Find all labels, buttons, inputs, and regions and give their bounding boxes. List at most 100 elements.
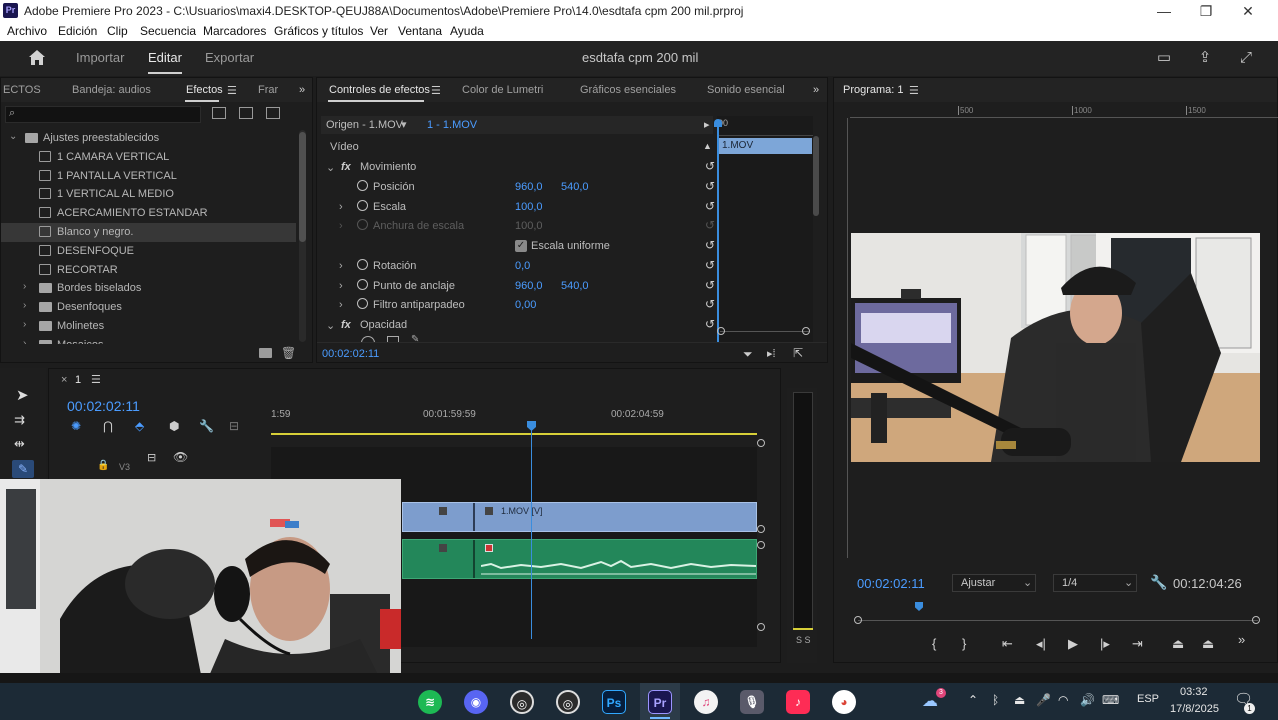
razor-tool-icon[interactable]: ✎ [12,460,34,478]
stopwatch-icon[interactable] [357,298,368,310]
program-monitor-title[interactable]: Programa: 1 [843,84,904,96]
lift-icon[interactable]: ⏏ [1172,636,1184,652]
close-icon[interactable]: ✕ [1234,2,1262,20]
video-clip-v1[interactable]: 1.MOV [V] [402,502,757,532]
menu-graficos[interactable]: Gráficos y títulos [274,24,363,38]
chevron-down-icon[interactable]: ⌄ [9,131,17,142]
chevron-down-icon[interactable]: ▾ [401,118,407,131]
mark-out-icon[interactable]: } [962,636,966,651]
property-value[interactable]: 100,0 [515,220,543,232]
go-to-in-icon[interactable]: ⇤ [1002,636,1013,652]
more-controls-icon[interactable]: » [1238,632,1245,647]
property-value[interactable]: 0,0 [515,260,530,272]
tab-sonido-esencial[interactable]: Sonido esencial [707,84,785,96]
chevron-right-icon[interactable]: › [339,280,343,292]
effects-tree-item[interactable]: 1 PANTALLA VERTICAL [1,167,296,186]
chevron-right-icon[interactable]: › [339,260,343,272]
source-label[interactable]: Origen - 1.MOV [326,119,403,131]
ec-timecode[interactable]: 00:02:02:11 [322,348,379,360]
menu-clip[interactable]: Clip [107,24,128,38]
fullscreen-icon[interactable]: ⤢ [1236,49,1256,67]
menu-ventana[interactable]: Ventana [398,24,442,38]
linked-selection-icon[interactable]: ⋂ [103,419,113,433]
zoom-handle-right[interactable] [802,327,810,335]
selection-tool-icon[interactable]: ➤ [16,386,29,404]
effects-tree-item[interactable]: ⌄ Ajustes preestablecidos [1,129,296,148]
export-icon[interactable]: ⇱ [793,346,803,360]
timeline-playhead[interactable] [531,424,532,639]
zoom-handle-left[interactable] [717,327,725,335]
captions-icon[interactable]: ⊟ [229,419,239,433]
property-value[interactable]: 960,0 [515,280,543,292]
audio-clip-a1[interactable] [402,539,757,579]
effects-tree-item[interactable]: › Mosaicos [1,336,296,344]
mark-in-icon[interactable]: { [932,636,936,651]
chevron-right-icon[interactable]: › [23,338,26,344]
discord-icon[interactable]: ◉ [464,690,488,714]
tab-exportar[interactable]: Exportar [205,50,254,65]
chevron-right-icon[interactable]: › [339,220,343,232]
reset-icon[interactable]: ↺ [705,179,715,193]
tab-importar[interactable]: Importar [76,50,124,65]
more-panels-icon[interactable]: » [813,84,819,96]
stopwatch-icon[interactable] [357,258,368,270]
work-area-bar[interactable] [271,433,757,435]
effects-tree-item[interactable]: › Molinetes [1,317,296,336]
add-marker-icon[interactable]: ⬢ [169,419,179,433]
language-indicator[interactable]: ESP [1137,693,1159,705]
settings-wrench-icon[interactable]: 🔧 [199,419,214,433]
delete-icon[interactable]: 🗑 [281,346,296,360]
timeline-ruler[interactable]: 1:59 00:01:59:59 00:02:04:59 [271,405,759,435]
extract-icon[interactable]: ⏏ [1202,636,1214,652]
rotation-row[interactable]: › Rotación 0,0 ↺ [325,257,725,276]
close-tab-icon[interactable]: × [61,374,67,386]
effects-tree-item[interactable]: ACERCAMIENTO ESTANDAR [1,204,296,223]
clock-time[interactable]: 03:32 [1180,686,1208,698]
stopwatch-icon[interactable] [357,199,368,211]
scale-row[interactable]: › Escala 100,0 ↺ [325,198,725,217]
clip-label[interactable]: 1 - 1.MOV [427,119,477,131]
mic-icon[interactable]: 🎤 [1036,693,1051,707]
program-timecode[interactable]: 00:02:02:11 [857,576,925,591]
menu-archivo[interactable]: Archivo [7,24,47,38]
menu-edicion[interactable]: Edición [58,24,97,38]
uniform-scale-checkbox[interactable]: ✓ [515,240,527,253]
play-icon[interactable]: ▶ [1068,636,1078,652]
mini-playhead-handle[interactable] [714,119,722,127]
eye-icon[interactable]: 👁 [173,450,188,464]
program-scrub-bar[interactable] [854,615,1262,625]
minimize-icon[interactable]: — [1150,2,1178,20]
home-icon[interactable] [28,49,46,66]
anchor-point-row[interactable]: › Punto de anclaje 960,0 540,0 ↺ [325,277,725,296]
usb-icon[interactable]: ⏏ [1014,693,1025,707]
premiere-icon[interactable]: Pr [648,690,672,714]
tab-controles-de-efectos[interactable]: Controles de efectos [329,84,430,96]
restore-icon[interactable]: ❐ [1192,2,1220,20]
effects-tree-item[interactable]: RECORTAR [1,261,296,280]
itunes-icon[interactable]: ♫ [694,690,718,714]
resolution-dropdown[interactable]: 1/4 ⌄ [1053,574,1137,592]
effects-scrollbar[interactable] [299,130,306,342]
tab-efectos[interactable]: Efectos [186,84,223,96]
obs-icon[interactable]: ◎ [510,690,534,714]
ec-scrollbar[interactable] [813,136,819,216]
tab-editar[interactable]: Editar [148,50,182,65]
share-icon[interactable]: ⇪ [1195,49,1215,67]
wifi-icon[interactable]: ◠ [1058,693,1068,707]
uniform-scale-row[interactable]: ✓ Escala uniforme ↺ [325,237,725,256]
play-audio-icon[interactable]: ▸⁞ [767,347,776,360]
property-value[interactable]: 100,0 [515,201,543,213]
panel-menu-icon[interactable]: ☰ [91,373,101,386]
microphone-app-icon[interactable]: 🎙 [740,690,764,714]
reset-icon[interactable]: ↺ [705,218,715,232]
reset-icon[interactable]: ↺ [705,278,715,292]
photoshop-icon[interactable]: Ps [602,690,626,714]
stopwatch-icon[interactable] [357,278,368,290]
toggle-sync-icon[interactable]: ⊟ [147,451,156,464]
chevron-right-icon[interactable]: › [339,299,343,311]
reset-icon[interactable]: ↺ [705,258,715,272]
lock-track-icon[interactable]: 🔒 [97,460,109,471]
tiktok-icon[interactable]: ♪ [786,690,810,714]
property-value[interactable]: 0,00 [515,299,536,311]
collapse-up-icon[interactable]: ▲ [703,141,712,151]
